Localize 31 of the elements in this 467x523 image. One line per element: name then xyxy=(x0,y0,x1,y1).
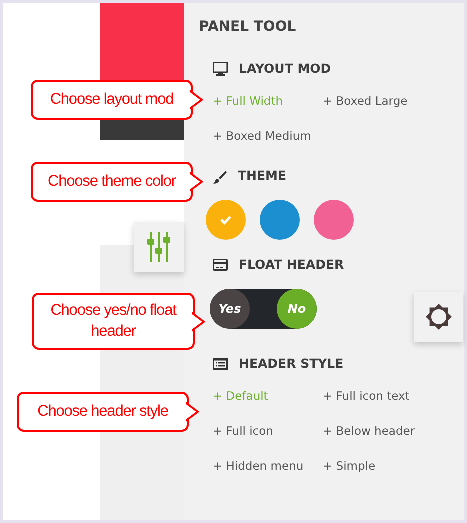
gear-icon xyxy=(424,303,452,331)
color-swatch[interactable] xyxy=(314,200,354,240)
toggle-switch[interactable]: Yes No xyxy=(210,288,317,329)
option-link[interactable]: + Full icon xyxy=(213,422,323,440)
card-icon xyxy=(213,259,228,272)
check-icon xyxy=(220,215,232,225)
option-link[interactable]: + Boxed Large xyxy=(323,92,453,110)
settings-button[interactable] xyxy=(414,292,463,342)
callout: Choose yes/no float header xyxy=(32,293,195,350)
callout-pointer xyxy=(190,172,203,192)
section-heading: HEADER STYLE xyxy=(239,354,344,373)
list-icon xyxy=(213,358,228,370)
option-link[interactable]: + Simple xyxy=(323,458,453,476)
callout-pointer xyxy=(186,402,199,422)
color-swatch[interactable] xyxy=(260,200,300,240)
option-link[interactable]: + Below header xyxy=(323,422,453,440)
callout-pointer xyxy=(190,90,203,110)
settings-tab-button[interactable] xyxy=(134,222,184,272)
option-link[interactable]: + Boxed Medium xyxy=(213,128,323,146)
callout-pointer xyxy=(192,312,205,332)
monitor-icon xyxy=(213,62,228,76)
option-link[interactable]: + Hidden menu xyxy=(213,458,323,476)
sliders-icon xyxy=(147,232,171,262)
color-swatch[interactable] xyxy=(206,200,246,240)
section-heading: LAYOUT MOD xyxy=(239,60,332,78)
section-heading: THEME xyxy=(238,167,287,186)
panel-title: PANEL TOOL xyxy=(199,18,298,37)
option-link[interactable]: + Full icon text xyxy=(323,388,453,405)
section-heading: FLOAT HEADER xyxy=(239,256,344,274)
brush-icon xyxy=(213,170,227,184)
toggle-option[interactable]: Yes xyxy=(210,288,250,329)
